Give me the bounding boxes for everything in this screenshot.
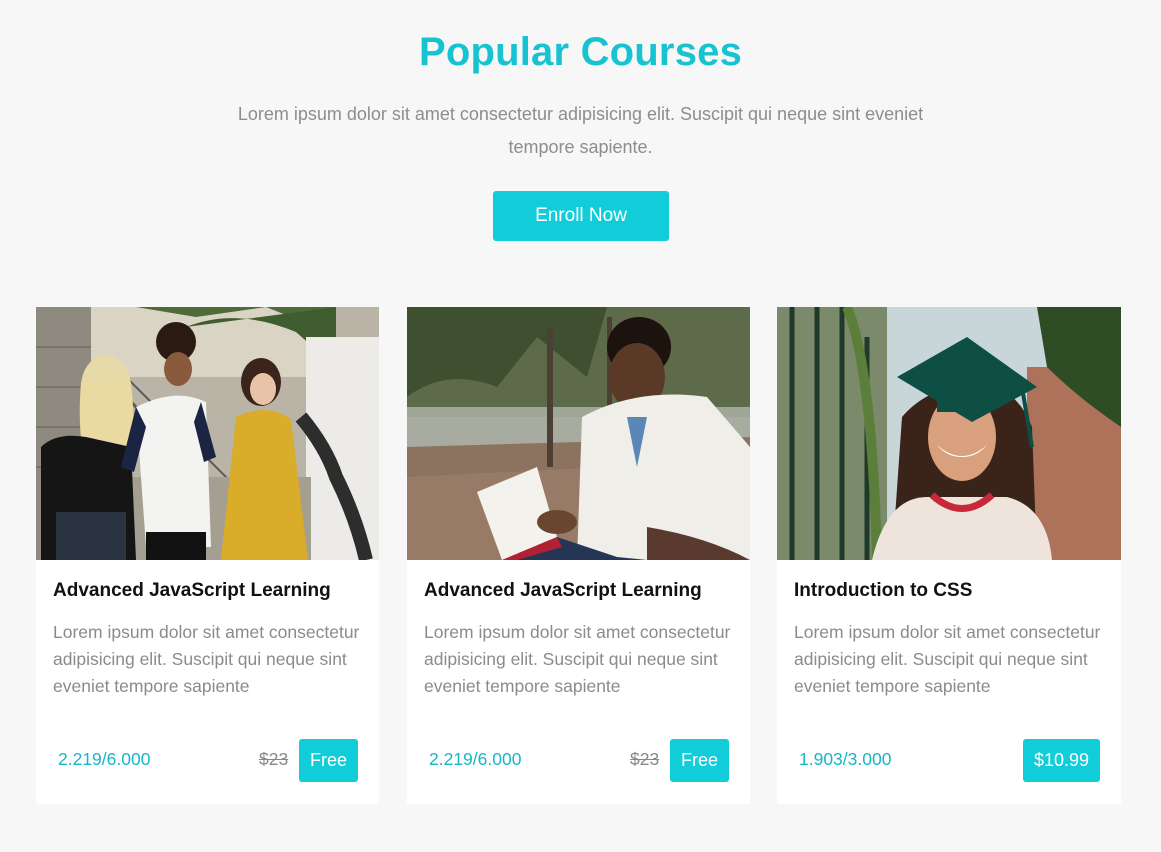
page-subtitle: Lorem ipsum dolor sit amet consectetur a… xyxy=(237,104,924,157)
course-enrollment-stats: 2.219/6.000 xyxy=(429,749,522,769)
graduate-photo-illustration xyxy=(777,307,1121,560)
course-image-reader[interactable] xyxy=(407,307,750,560)
course-description: Lorem ipsum dolor sit amet consectetur a… xyxy=(53,622,360,696)
course-description: Lorem ipsum dolor sit amet consectetur a… xyxy=(424,622,731,696)
course-card[interactable]: Advanced JavaScript Learning Lorem ipsum… xyxy=(36,307,379,804)
course-image-graduate[interactable] xyxy=(777,307,1121,560)
course-title[interactable]: Advanced JavaScript Learning xyxy=(424,580,702,602)
course-old-price: $23 xyxy=(630,749,660,769)
enroll-now-button[interactable]: Enroll Now xyxy=(493,191,669,241)
course-price-button[interactable]: Free xyxy=(670,739,730,782)
course-title[interactable]: Advanced JavaScript Learning xyxy=(53,580,331,602)
course-image-students[interactable] xyxy=(36,307,379,560)
course-enrollment-stats: 2.219/6.000 xyxy=(58,749,151,769)
course-enrollment-stats: 1.903/3.000 xyxy=(799,749,892,769)
course-card[interactable]: Advanced JavaScript Learning Lorem ipsum… xyxy=(407,307,750,804)
course-description: Lorem ipsum dolor sit amet consectetur a… xyxy=(794,622,1101,696)
page-title: Popular Courses xyxy=(418,30,743,74)
course-old-price: $23 xyxy=(259,749,289,769)
students-photo-illustration xyxy=(36,307,379,560)
reading-photo-illustration xyxy=(407,307,750,560)
course-price-button[interactable]: $10.99 xyxy=(1023,739,1101,782)
course-price-button[interactable]: Free xyxy=(299,739,359,782)
course-card[interactable]: Introduction to CSS Lorem ipsum dolor si… xyxy=(777,307,1121,804)
course-title[interactable]: Introduction to CSS xyxy=(794,580,972,602)
